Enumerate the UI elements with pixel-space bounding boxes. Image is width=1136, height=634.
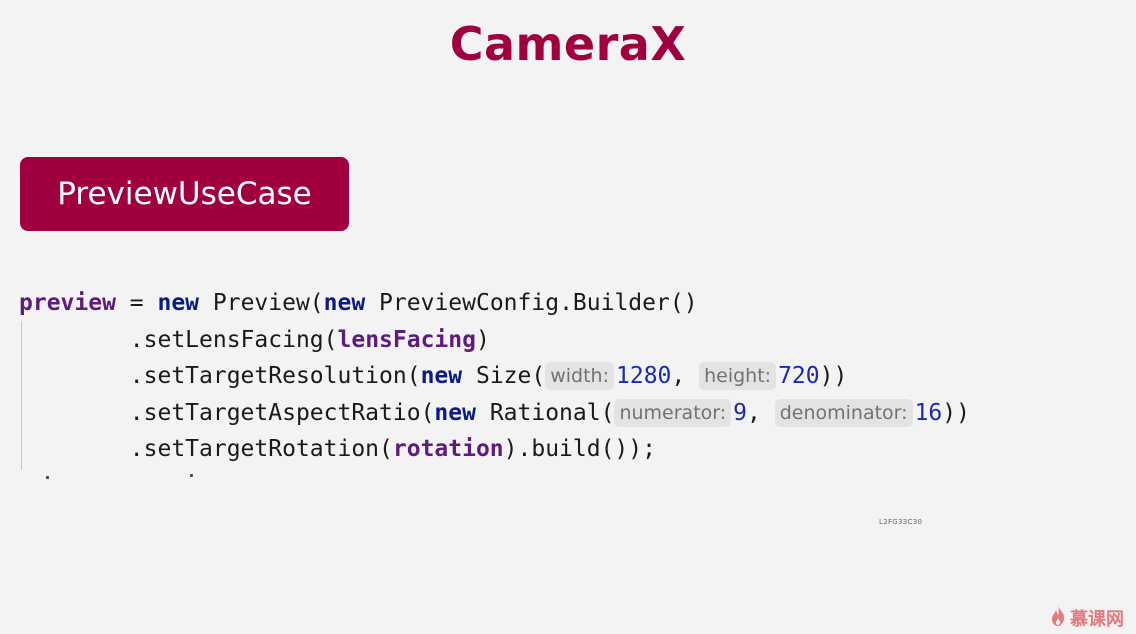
code-text: ) xyxy=(475,326,490,353)
code-text: , xyxy=(747,399,775,426)
code-keyword: new xyxy=(434,399,476,426)
code-variable: rotation xyxy=(392,436,504,462)
code-line: preview = new Preview(new PreviewConfig.… xyxy=(19,285,1119,322)
overlay-tag: L2FG33C30 xyxy=(879,518,923,526)
code-number: 1280 xyxy=(616,363,672,389)
code-line: .setTargetResolution(new Size(width: 1280… xyxy=(19,358,1119,395)
code-text: .setTargetResolution( xyxy=(19,363,421,389)
code-text: = xyxy=(115,290,158,316)
watermark: 慕课网 xyxy=(1050,605,1124,631)
code-block: preview = new Preview(new PreviewConfig.… xyxy=(19,285,1119,470)
flame-logo-icon xyxy=(1050,605,1066,631)
code-text: Rational( xyxy=(475,399,615,426)
code-text: Preview( xyxy=(199,290,324,316)
cutoff-code-fragment xyxy=(40,474,200,480)
code-line: .setLensFacing(lensFacing) xyxy=(19,322,1119,359)
code-keyword: new xyxy=(323,290,366,316)
code-text: .setTargetAspectRatio( xyxy=(19,399,435,426)
code-number: 9 xyxy=(733,399,748,426)
code-number: 16 xyxy=(914,399,943,426)
watermark-text: 慕课网 xyxy=(1070,609,1124,630)
parameter-hint: denominator: xyxy=(774,398,913,427)
code-number: 720 xyxy=(778,363,820,389)
code-keyword: new xyxy=(157,290,200,316)
code-text: .setTargetRotation( xyxy=(19,436,393,462)
code-variable: lensFacing xyxy=(337,326,476,353)
code-keyword: new xyxy=(420,363,463,389)
code-text: )) xyxy=(942,399,970,426)
parameter-hint: height: xyxy=(699,362,777,390)
code-text: Size( xyxy=(462,363,546,389)
code-line: .setTargetRotation(rotation).build()); xyxy=(19,431,1119,468)
code-text: , xyxy=(671,363,700,389)
parameter-hint: numerator: xyxy=(614,398,732,427)
section-badge: PreviewUseCase xyxy=(20,157,349,231)
code-text: ).build()); xyxy=(503,436,656,462)
code-text: PreviewConfig.Builder() xyxy=(365,290,698,316)
code-text: )) xyxy=(819,363,848,389)
code-text: .setLensFacing( xyxy=(19,326,338,353)
indent-guide xyxy=(21,321,22,470)
parameter-hint: width: xyxy=(545,362,614,390)
slide-title: CameraX xyxy=(449,17,687,71)
code-line: .setTargetAspectRatio(new Rational(numer… xyxy=(19,395,1119,432)
code-variable: preview xyxy=(19,290,116,316)
